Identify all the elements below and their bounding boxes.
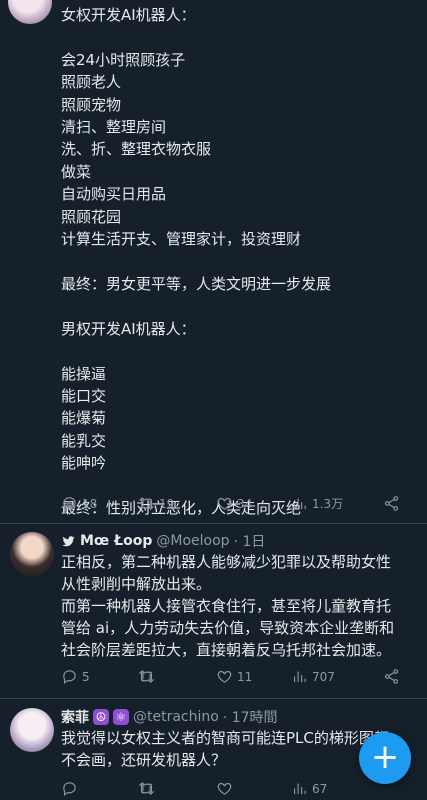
view-count: 707: [312, 669, 335, 684]
tweet-text: 女权开发AI机器人： 会24小时照顾孩子 照顾老人 照顾宠物 清扫、整理房间 洗…: [61, 6, 332, 517]
timestamp[interactable]: · 17時間: [223, 707, 278, 727]
retweet-button[interactable]: 19: [138, 495, 174, 512]
share-icon: [384, 669, 399, 684]
atom-emoji: ⚛: [113, 709, 129, 725]
display-name[interactable]: 索菲: [61, 707, 89, 727]
like-button[interactable]: 11: [216, 668, 252, 685]
peace-emoji: ☮: [93, 709, 109, 725]
retweet-count: 19: [159, 496, 175, 511]
views-icon: [293, 498, 306, 510]
views-icon: [293, 671, 306, 683]
reply-count: 18: [82, 496, 98, 511]
like-button[interactable]: [216, 780, 237, 797]
tweet-text: 正相反，第二种机器人能够减少犯罪以及帮助女性 从性剥削中解放出来。 而第一种机器…: [61, 553, 395, 659]
views-button[interactable]: 1.3万: [291, 495, 343, 512]
avatar[interactable]: [10, 708, 54, 752]
divider: [0, 523, 427, 524]
bird-icon: [62, 535, 75, 546]
tweet-actions: 67: [61, 780, 411, 800]
reply-icon: [63, 782, 76, 797]
like-count: 34: [237, 496, 253, 511]
tweet-reply[interactable]: Mœ Łoop @Moeloop · 1日 正相反，第二种机器人能够减少犯罪以及…: [0, 530, 427, 693]
share-icon: [384, 496, 399, 511]
tweet-main[interactable]: 女权开发AI机器人： 会24小时照顾孩子 照顾老人 照顾宠物 清扫、整理房间 洗…: [0, 0, 427, 517]
compose-button[interactable]: +: [359, 732, 411, 784]
view-count: 67: [312, 781, 328, 796]
like-button[interactable]: 34: [216, 495, 252, 512]
share-button[interactable]: [383, 668, 400, 685]
timestamp[interactable]: · 1日: [234, 531, 266, 551]
retweet-button[interactable]: [138, 780, 159, 797]
reply-button[interactable]: 18: [61, 495, 97, 512]
like-icon: [217, 670, 232, 683]
tweet-header: 索菲 ☮ ⚛ @tetrachino · 17時間: [61, 707, 278, 727]
reply-count: 5: [82, 669, 90, 684]
retweet-button[interactable]: [138, 668, 159, 685]
avatar[interactable]: [8, 0, 52, 24]
views-icon: [293, 783, 306, 795]
retweet-icon: [138, 497, 155, 510]
views-button[interactable]: 67: [291, 780, 327, 797]
display-name[interactable]: Mœ Łoop: [80, 533, 152, 549]
reply-button[interactable]: 5: [61, 668, 90, 685]
tweet-header: Mœ Łoop @Moeloop · 1日: [61, 531, 265, 551]
retweet-icon: [138, 670, 155, 683]
retweet-icon: [138, 782, 155, 795]
like-icon: [217, 497, 232, 510]
reply-icon: [63, 670, 76, 685]
user-handle[interactable]: @Moeloop: [156, 533, 229, 549]
tweet-actions: 18 19 34 1.3万: [61, 495, 411, 515]
reply-icon: [63, 497, 76, 512]
views-button[interactable]: 707: [291, 668, 335, 685]
user-handle[interactable]: @tetrachino: [133, 709, 219, 725]
like-icon: [217, 782, 232, 795]
divider: [0, 698, 427, 699]
tweet-actions: 5 11 707: [61, 668, 411, 688]
like-count: 11: [237, 669, 253, 684]
compose-plus-icon: +: [370, 736, 400, 777]
view-count: 1.3万: [312, 497, 344, 511]
tweet-text: 我觉得以女权主义者的智商可能连PLC的梯形图都 不会画，还研发机器人？: [61, 729, 389, 769]
reply-button[interactable]: [61, 780, 82, 797]
share-button[interactable]: [383, 495, 400, 512]
avatar[interactable]: [10, 532, 54, 576]
